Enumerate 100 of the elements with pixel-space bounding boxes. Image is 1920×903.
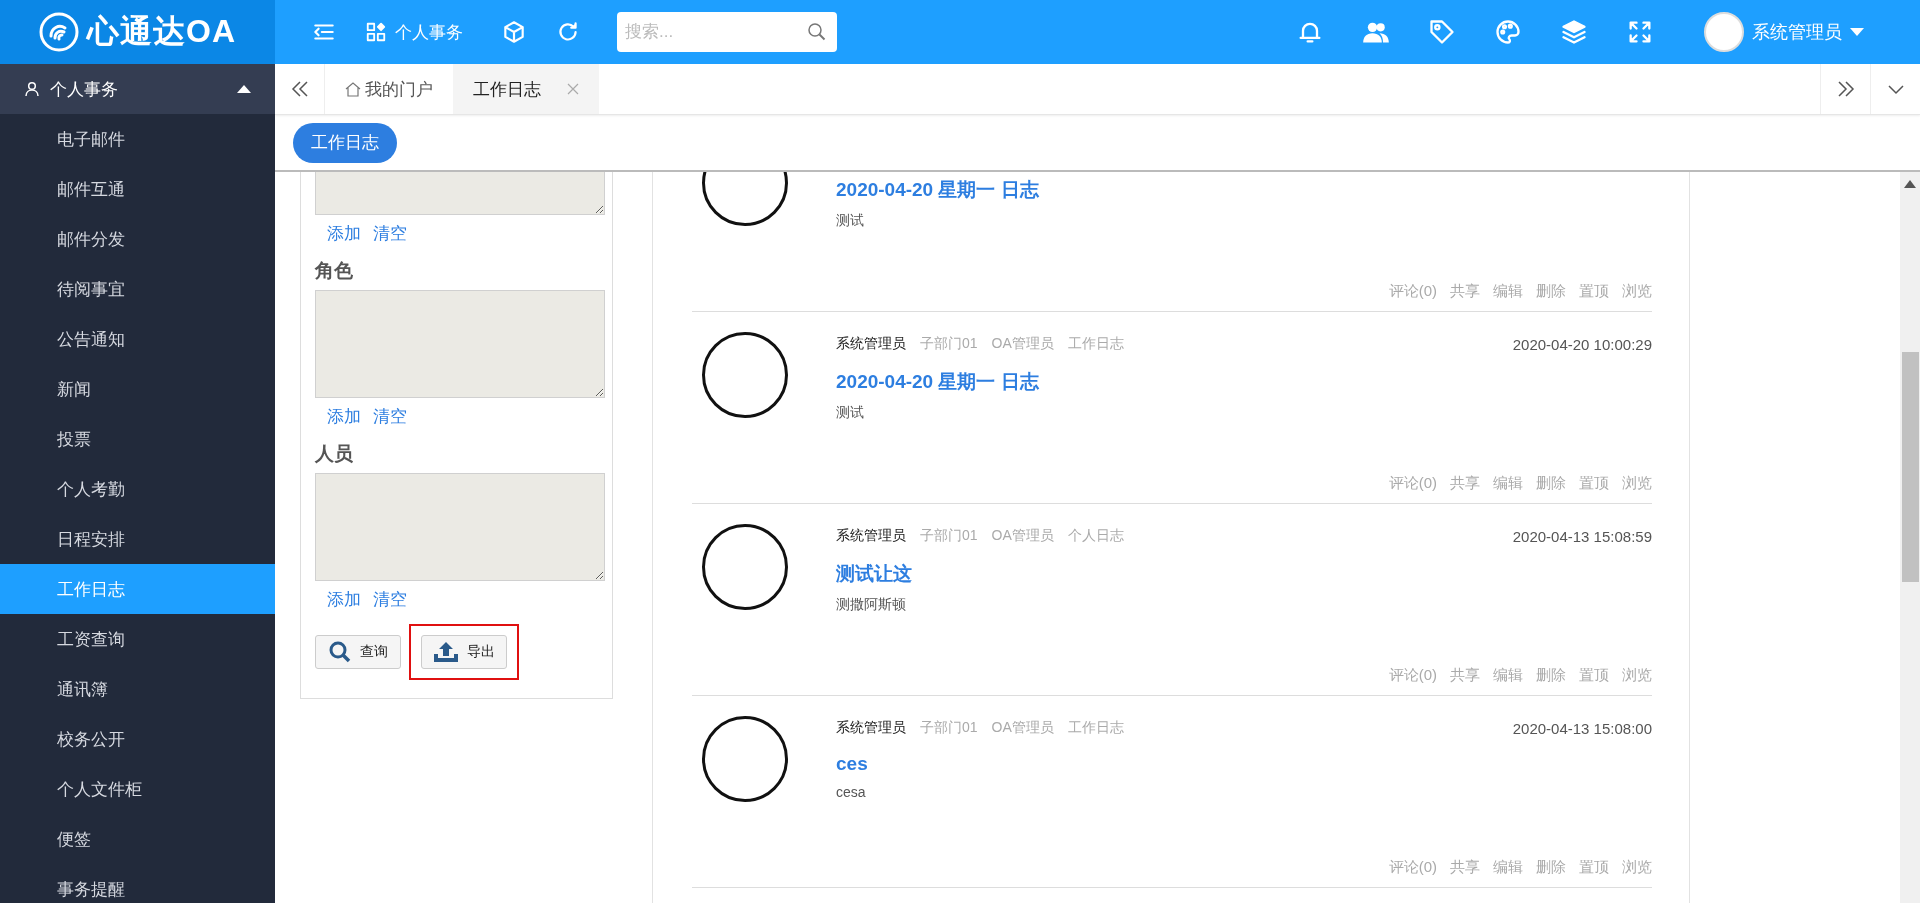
action-link[interactable]: 编辑 [1493,666,1523,685]
grid-icon [365,21,387,43]
caret-icon [1850,28,1864,36]
scroll-right-button[interactable] [1820,64,1870,114]
action-link[interactable]: 置顶 [1579,858,1609,877]
link[interactable]: 添加 [327,404,361,428]
search-icon [807,22,827,42]
sidebar-item[interactable]: 个人文件柜 [0,764,275,814]
link[interactable]: 清空 [373,404,407,428]
action-link[interactable]: 评论(0) [1388,666,1437,685]
sidebar-item[interactable]: 投票 [0,414,275,464]
sidebar-item[interactable]: 邮件互通 [0,164,275,214]
sidebar-item[interactable]: 电子邮件 [0,114,275,164]
role-label: OA管理员 [991,335,1054,353]
link[interactable]: 清空 [373,587,407,611]
role-label: OA管理员 [991,719,1054,737]
export-button[interactable]: 导出 [421,635,507,669]
log-title-link[interactable]: 2020-04-20 星期一 日志 [836,369,1039,395]
timestamp: 2020-04-20 10:00:29 [1512,335,1652,353]
log-type-label: 工作日志 [1067,719,1124,737]
fullscreen-icon[interactable] [1626,18,1654,46]
sidebar-item[interactable]: 通讯簿 [0,664,275,714]
tab[interactable]: 工作日志 [453,64,599,114]
sidebar-item[interactable]: 待阅事宜 [0,264,275,314]
user-menu[interactable]: 系统管理员 [1698,11,1870,53]
scrollbar-thumb[interactable] [1901,352,1919,582]
action-link[interactable]: 评论(0) [1388,474,1437,493]
author-name: 系统管理员 [836,719,906,737]
page-tab-button[interactable]: 工作日志 [293,122,397,163]
action-link[interactable]: 置顶 [1579,666,1609,685]
field-label: 人员 [315,441,354,466]
action-link[interactable]: 删除 [1536,282,1566,301]
action-link[interactable]: 共享 [1450,858,1480,877]
sidebar-item[interactable]: 邮件分发 [0,214,275,264]
action-link[interactable]: 编辑 [1493,282,1523,301]
cube-icon[interactable] [501,19,527,45]
logo-text: 心通达OA [87,12,236,51]
log-title-link[interactable]: 测试让这 [836,561,912,587]
scroll-left-button[interactable] [275,64,325,114]
sidebar-item[interactable]: 新闻 [0,364,275,414]
field-label: 角色 [315,258,354,283]
link[interactable]: 添加 [327,587,361,611]
sidebar-group-label: 个人事务 [50,78,119,101]
tag-icon[interactable] [1428,18,1456,46]
sidebar-item[interactable]: 校务公开 [0,714,275,764]
action-link[interactable]: 置顶 [1579,474,1609,493]
action-link[interactable]: 浏览 [1622,474,1652,493]
action-link[interactable]: 编辑 [1493,858,1523,877]
sidebar-item[interactable]: 便签 [0,814,275,864]
action-link[interactable]: 共享 [1450,666,1480,685]
sidebar-item[interactable]: 事务提醒 [0,864,275,903]
action-link[interactable]: 浏览 [1622,666,1652,685]
tab[interactable]: 我的门户 [325,64,453,114]
log-title-link[interactable]: 2020-04-20 星期一 日志 [836,177,1039,203]
sidebar-group[interactable]: 个人事务 [0,64,275,114]
link[interactable]: 清空 [373,221,407,245]
action-link[interactable]: 编辑 [1493,474,1523,493]
department-label: 子部门01 [920,335,978,353]
sidebar-item[interactable]: 日程安排 [0,514,275,564]
log-body: 测撒阿斯顿 [836,596,907,614]
timestamp: 2020-04-13 15:08:59 [1512,527,1652,545]
log-type-label: 工作日志 [1067,335,1124,353]
layers-icon[interactable] [1560,18,1588,46]
action-link[interactable]: 删除 [1536,474,1566,493]
action-link[interactable]: 删除 [1536,858,1566,877]
caret-up-icon [237,85,251,93]
author-name: 系统管理员 [836,335,906,353]
close-icon [567,83,579,95]
sidebar-item[interactable]: 工作日志 [0,564,275,614]
swirl-logo-icon [39,12,79,52]
log-body: 测试 [836,404,865,422]
link[interactable]: 添加 [327,221,361,245]
author-name: 系统管理员 [836,527,906,545]
user-icon [24,81,40,97]
sidebar-item[interactable]: 个人考勤 [0,464,275,514]
action-link[interactable]: 共享 [1450,474,1480,493]
upload-icon [433,641,459,663]
action-link[interactable]: 共享 [1450,282,1480,301]
module-button[interactable]: 个人事务 [365,20,463,44]
department-label: 子部门01 [920,527,978,545]
query-button[interactable]: 查询 [315,635,401,669]
search-icon [328,640,352,664]
action-link[interactable]: 置顶 [1579,282,1609,301]
palette-icon[interactable] [1494,18,1522,46]
user-avatar [1704,12,1744,52]
role-label: OA管理员 [991,527,1054,545]
action-link[interactable]: 浏览 [1622,858,1652,877]
scrollbar[interactable] [1900,172,1920,903]
action-link[interactable]: 删除 [1536,666,1566,685]
search-field[interactable]: 搜索... [617,12,837,52]
double-chevron-right-icon [1835,79,1856,99]
log-type-label: 个人日志 [1067,527,1124,545]
log-title-link[interactable]: ces [836,753,868,775]
action-link[interactable]: 评论(0) [1388,858,1437,877]
sidebar-item[interactable]: 工资查询 [0,614,275,664]
log-body: 测试 [836,212,865,230]
timestamp: 2020-04-13 15:08:00 [1512,719,1652,737]
action-link[interactable]: 浏览 [1622,282,1652,301]
action-link[interactable]: 评论(0) [1388,282,1437,301]
sidebar-item[interactable]: 公告通知 [0,314,275,364]
